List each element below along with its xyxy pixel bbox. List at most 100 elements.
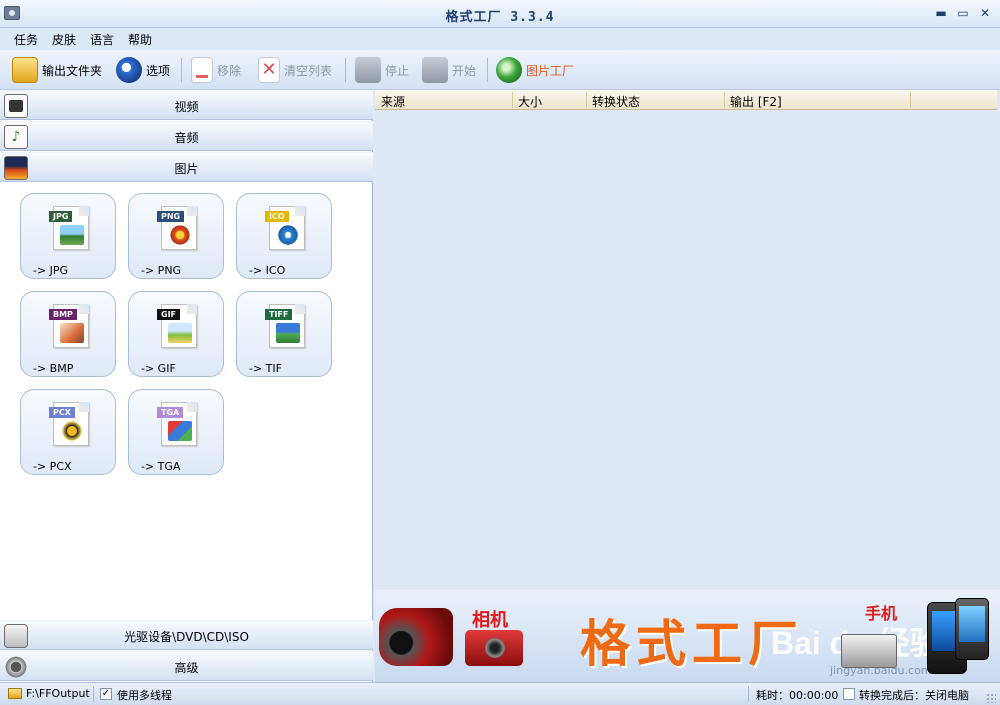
format-tag: GIF [157,309,181,320]
column-status[interactable]: 转换状态 [592,93,640,109]
remove-button[interactable]: 移除 [191,56,241,84]
category-audio[interactable]: ♪ 音频 [0,121,373,151]
after-convert-label: 转换完成后：关闭电脑 [859,689,969,702]
format-tile-label: -> BMP [33,362,74,375]
column-divider[interactable] [512,92,513,108]
document-icon: PCX [49,402,89,446]
column-output[interactable]: 输出 [F2] [730,93,782,109]
format-tag: TGA [157,407,184,418]
maximize-button[interactable]: ▭ [956,6,970,20]
toolbar-divider [487,58,488,82]
column-divider[interactable] [724,92,725,108]
format-tile-label: -> JPG [33,264,69,277]
menu-help[interactable]: 帮助 [128,31,152,48]
format-thumbnail-icon [276,225,300,245]
document-icon: TGA [157,402,197,446]
format-thumbnail-icon [60,323,84,343]
format-tile-pcx[interactable]: PCX -> PCX [20,389,116,475]
menu-task[interactable]: 任务 [14,31,38,48]
format-tile-label: -> PCX [33,460,72,473]
start-icon [422,57,448,83]
close-button[interactable]: ✕ [978,6,992,20]
document-icon: JPG [49,206,89,250]
format-thumbnail-icon [60,421,84,441]
format-tile-label: -> TGA [141,460,181,473]
category-advanced-label: 高级 [174,661,199,675]
column-divider[interactable] [586,92,587,108]
format-tile-label: -> GIF [141,362,176,375]
format-tile-ico[interactable]: ICO -> ICO [236,193,332,279]
elapsed-time: 耗时：00:00:00 [756,689,839,702]
format-tile-bmp[interactable]: BMP -> BMP [20,291,116,377]
format-tile-jpg[interactable]: JPG -> JPG [20,193,116,279]
document-icon: BMP [49,304,89,348]
format-tile-gif[interactable]: GIF -> GIF [128,291,224,377]
category-video[interactable]: 视频 [0,90,373,120]
task-list-header: 来源 大小 转换状态 输出 [F2] [375,90,997,110]
camcorder-icon [379,608,453,666]
category-picture[interactable]: 图片 [0,152,373,182]
category-rom-device[interactable]: 光驱设备\DVD\CD\ISO [0,620,373,650]
toolbar-divider [345,58,346,82]
column-size[interactable]: 大小 [518,93,542,109]
start-button[interactable]: 开始 [422,56,476,84]
window-title: 格式工厂 3.3.4 [445,10,555,25]
camera-label: 相机 [472,610,508,631]
menu-bar: 任务 皮肤 语言 帮助 [0,28,1000,50]
stop-label: 停止 [385,63,410,78]
options-button[interactable]: 选项 [116,56,170,84]
column-divider[interactable] [910,92,911,108]
column-source[interactable]: 来源 [381,93,405,109]
format-tile-label: -> TIF [249,362,282,375]
remove-icon [191,57,213,83]
title-bar: 格式工厂 3.3.4 ▬ ▭ ✕ [0,0,1000,28]
picture-factory-button[interactable]: 图片工厂 [496,56,574,84]
task-list-body[interactable] [375,110,997,590]
multithread-label: 使用多线程 [117,689,172,702]
toolbar-divider [181,58,182,82]
task-list-panel: 来源 大小 转换状态 输出 [F2] 相机 格式工厂 手机 Bai du 经验 … [375,90,1000,682]
media-player-icon [841,634,897,668]
toolbar: 输出文件夹 选项 移除 ✕ 清空列表 停止 开始 图片工厂 [0,50,1000,90]
format-tile-tiff[interactable]: TIFF -> TIF [236,291,332,377]
document-icon: TIFF [265,304,305,348]
category-rom-label: 光驱设备\DVD\CD\ISO [124,630,249,644]
resize-grip-icon[interactable] [986,693,996,703]
smartphone-icon [955,598,989,660]
category-audio-label: 音频 [174,131,199,145]
format-tag: PNG [157,211,185,222]
gear-icon [116,57,142,83]
category-advanced[interactable]: 高级 [0,651,373,681]
format-tag: ICO [265,211,289,222]
brand-banner: 相机 格式工厂 手机 Bai du 经验 jingyan.baidu.com [375,590,1000,682]
clear-list-label: 清空列表 [284,63,333,78]
output-folder-button[interactable]: 输出文件夹 [12,56,102,84]
document-icon: GIF [157,304,197,348]
stop-icon [355,57,381,83]
folder-icon [8,688,22,699]
menu-skin[interactable]: 皮肤 [52,31,76,48]
format-thumbnail-icon [168,225,192,245]
document-icon: PNG [157,206,197,250]
format-tag: BMP [49,309,77,320]
format-tile-png[interactable]: PNG -> PNG [128,193,224,279]
format-tile-label: -> ICO [249,264,286,277]
minimize-button[interactable]: ▬ [934,6,948,20]
status-divider [748,686,749,702]
format-tag: PCX [49,407,75,418]
clear-list-button[interactable]: ✕ 清空列表 [258,56,332,84]
status-bar: F:\FFOutput ✓ 使用多线程 耗时：00:00:00 转换完成后：关闭… [0,682,1000,705]
options-label: 选项 [146,63,171,78]
after-convert-checkbox[interactable] [843,688,855,700]
clear-list-icon: ✕ [258,57,280,83]
stop-button[interactable]: 停止 [355,56,409,84]
format-thumbnail-icon [60,225,84,245]
format-tag: JPG [49,211,73,222]
menu-language[interactable]: 语言 [90,31,114,48]
multithread-checkbox[interactable]: ✓ [100,688,112,700]
format-tile-label: -> PNG [141,264,182,277]
category-picture-label: 图片 [174,162,199,176]
document-icon: ICO [265,206,305,250]
format-tile-tga[interactable]: TGA -> TGA [128,389,224,475]
output-path[interactable]: F:\FFOutput [26,687,90,700]
